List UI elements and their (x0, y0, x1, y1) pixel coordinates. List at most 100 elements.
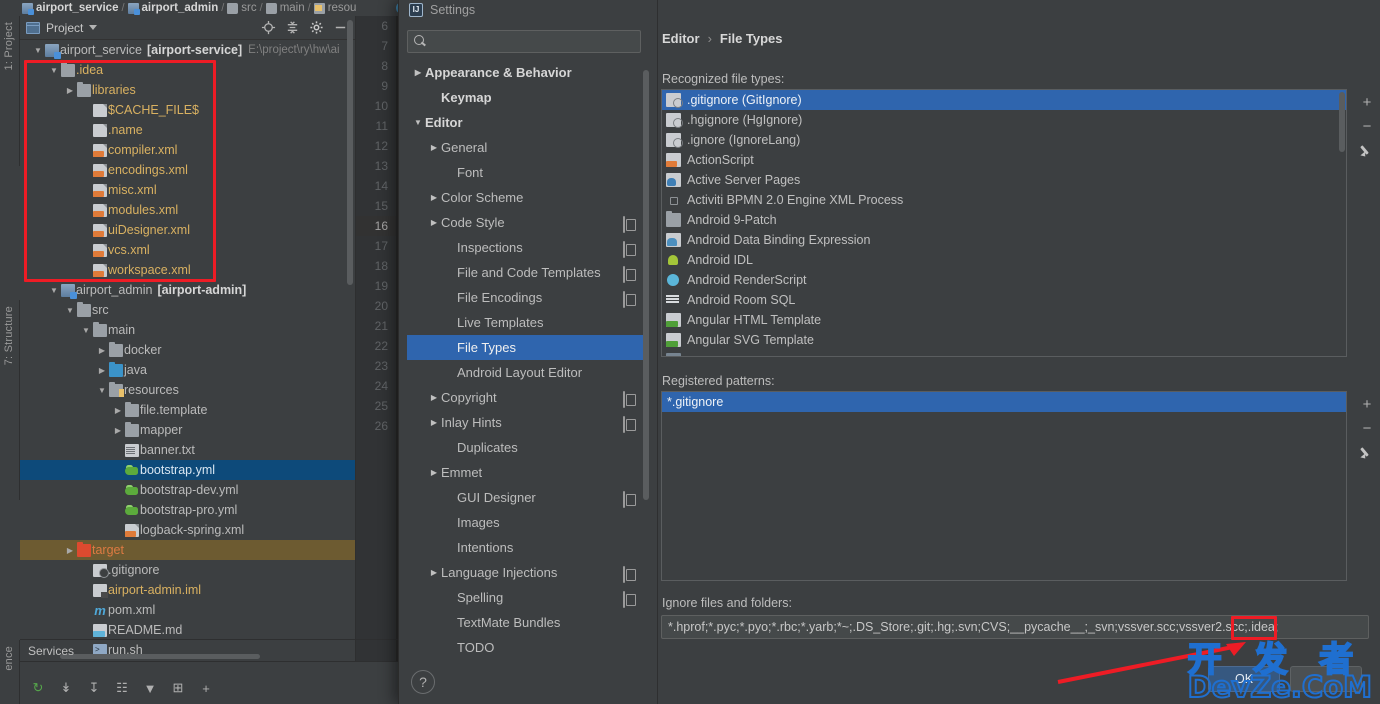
chevron-right-icon[interactable]: ▶ (96, 346, 108, 355)
file-type-row[interactable] (662, 350, 1346, 356)
settings-category-language-injections[interactable]: ▶ Language Injections (407, 560, 649, 585)
tree-row[interactable]: airport-admin.iml (20, 580, 355, 600)
tree-row[interactable]: vcs.xml (20, 240, 355, 260)
settings-category-tree[interactable]: ▶ Appearance & Behavior Keymap ▼ Editor ▶ Gene… (407, 60, 649, 658)
collapse-icon[interactable]: ↧ (86, 680, 102, 696)
settings-category-font[interactable]: Font (407, 160, 649, 185)
tree-row[interactable]: m pom.xml (20, 600, 355, 620)
chevron-right-icon[interactable]: ▶ (427, 468, 441, 477)
chevron-right-icon[interactable]: ▶ (427, 193, 441, 202)
settings-category-todo[interactable]: TODO (407, 635, 649, 658)
breadcrumb-item-src[interactable]: src (227, 2, 257, 14)
registered-pattern-row[interactable]: *.gitignore (662, 392, 1346, 412)
chevron-down-icon[interactable]: ▼ (64, 306, 76, 315)
tree-row[interactable]: README.md (20, 620, 355, 640)
file-type-row[interactable]: Android 9-Patch (662, 210, 1346, 230)
copy-settings-icon[interactable] (623, 490, 635, 508)
tree-row[interactable]: ▼ .idea (20, 60, 355, 80)
tree-row[interactable]: logback-spring.xml (20, 520, 355, 540)
chevron-right-icon[interactable]: ▶ (427, 568, 441, 577)
chevron-right-icon[interactable]: ▶ (64, 86, 76, 95)
breadcrumb-item-main[interactable]: main (265, 2, 305, 14)
file-type-row[interactable]: .gitignore (GitIgnore) (662, 90, 1346, 110)
tool-strip-project[interactable]: 1: Project (0, 16, 20, 166)
chevron-down-icon[interactable] (89, 25, 98, 30)
tree-row[interactable]: ▼ main (20, 320, 355, 340)
settings-search-box[interactable] (407, 30, 641, 53)
gear-icon[interactable] (307, 19, 325, 37)
tree-row[interactable]: ▼ resources (20, 380, 355, 400)
file-type-row[interactable]: .ignore (IgnoreLang) (662, 130, 1346, 150)
filter-icon[interactable]: ▼ (142, 680, 158, 696)
breadcrumb-item-resou[interactable]: resou (313, 2, 356, 14)
file-type-row[interactable]: ActionScript (662, 150, 1346, 170)
settings-category-general[interactable]: ▶ General (407, 135, 649, 160)
services-bar[interactable]: Services (20, 639, 400, 661)
ok-button[interactable]: OK (1208, 666, 1280, 692)
copy-settings-icon[interactable] (623, 215, 635, 233)
search-input[interactable] (427, 34, 640, 49)
copy-settings-icon[interactable] (623, 265, 635, 283)
scroll-to-end-icon[interactable]: ↡ (58, 680, 74, 696)
chevron-right-icon[interactable]: ▶ (112, 406, 124, 415)
tree-row[interactable]: .name (20, 120, 355, 140)
tree-row[interactable]: banner.txt (20, 440, 355, 460)
tree-row[interactable]: ▶ file.template (20, 400, 355, 420)
tree-row[interactable]: .gitignore (20, 560, 355, 580)
tree-row[interactable]: ▶ java (20, 360, 355, 380)
settings-category-copyright[interactable]: ▶ Copyright (407, 385, 649, 410)
tree-row[interactable]: misc.xml (20, 180, 355, 200)
tool-strip-bottom[interactable]: ence (0, 640, 20, 704)
copy-settings-icon[interactable] (623, 240, 635, 258)
category-tree-scrollbar[interactable] (643, 70, 649, 500)
settings-category-images[interactable]: Images (407, 510, 649, 535)
plus-icon[interactable]: + (198, 680, 214, 696)
settings-category-inspections[interactable]: Inspections (407, 235, 649, 260)
tree-row[interactable]: ▶ mapper (20, 420, 355, 440)
add-icon[interactable]: + (1355, 392, 1379, 416)
copy-settings-icon[interactable] (623, 565, 635, 583)
tree-row[interactable]: modules.xml (20, 200, 355, 220)
file-type-row[interactable]: Activiti BPMN 2.0 Engine XML Process (662, 190, 1346, 210)
tree-row[interactable]: encodings.xml (20, 160, 355, 180)
cancel-button[interactable] (1290, 666, 1362, 692)
chevron-right-icon[interactable]: ▶ (112, 426, 124, 435)
chevron-down-icon[interactable]: ▼ (96, 386, 108, 395)
rerun-icon[interactable]: ↻ (30, 680, 46, 696)
tree-row[interactable]: ▶ libraries (20, 80, 355, 100)
chevron-down-icon[interactable]: ▼ (48, 286, 60, 295)
help-button[interactable]: ? (411, 670, 435, 694)
file-types-scrollbar[interactable] (1339, 92, 1345, 152)
settings-category-file-encodings[interactable]: File Encodings (407, 285, 649, 310)
settings-category-gui-designer[interactable]: GUI Designer (407, 485, 649, 510)
file-type-row[interactable]: Android Room SQL (662, 290, 1346, 310)
file-type-row[interactable]: Active Server Pages (662, 170, 1346, 190)
settings-category-emmet[interactable]: ▶ Emmet (407, 460, 649, 485)
tree-row[interactable]: uiDesigner.xml (20, 220, 355, 240)
tree-row[interactable]: ▶ docker (20, 340, 355, 360)
settings-category-duplicates[interactable]: Duplicates (407, 435, 649, 460)
locate-icon[interactable] (259, 19, 277, 37)
settings-category-editor[interactable]: ▼ Editor (407, 110, 649, 135)
chevron-down-icon[interactable]: ▼ (411, 118, 425, 127)
settings-category-live-templates[interactable]: Live Templates (407, 310, 649, 335)
settings-category-intentions[interactable]: Intentions (407, 535, 649, 560)
breadcrumb-item-airport-admin[interactable]: airport_admin (127, 2, 218, 15)
ignore-files-input[interactable]: *.hprof;*.pyc;*.pyo;*.rbc;*.yarb;*~;.DS_… (661, 615, 1369, 639)
file-type-row[interactable]: Android Data Binding Expression (662, 230, 1346, 250)
breadcrumb-item-airport-service[interactable]: airport_service (22, 2, 118, 15)
chevron-right-icon[interactable]: ▶ (96, 366, 108, 375)
chevron-right-icon[interactable]: ▶ (64, 546, 76, 555)
settings-category-file-and-code-templates[interactable]: File and Code Templates (407, 260, 649, 285)
settings-category-spelling[interactable]: Spelling (407, 585, 649, 610)
settings-category-android-layout-editor[interactable]: Android Layout Editor (407, 360, 649, 385)
tree-row[interactable]: workspace.xml (20, 260, 355, 280)
settings-category-color-scheme[interactable]: ▶ Color Scheme (407, 185, 649, 210)
copy-settings-icon[interactable] (623, 590, 635, 608)
project-file-tree[interactable]: ▼ airport_service [airport-service] E:\proj… (20, 40, 355, 661)
tool-strip-structure[interactable]: 7: Structure (0, 300, 20, 500)
file-type-row[interactable]: Android IDL (662, 250, 1346, 270)
registered-patterns-list[interactable]: *.gitignore (661, 391, 1347, 581)
tree-row[interactable]: bootstrap-dev.yml (20, 480, 355, 500)
tree-row[interactable]: compiler.xml (20, 140, 355, 160)
